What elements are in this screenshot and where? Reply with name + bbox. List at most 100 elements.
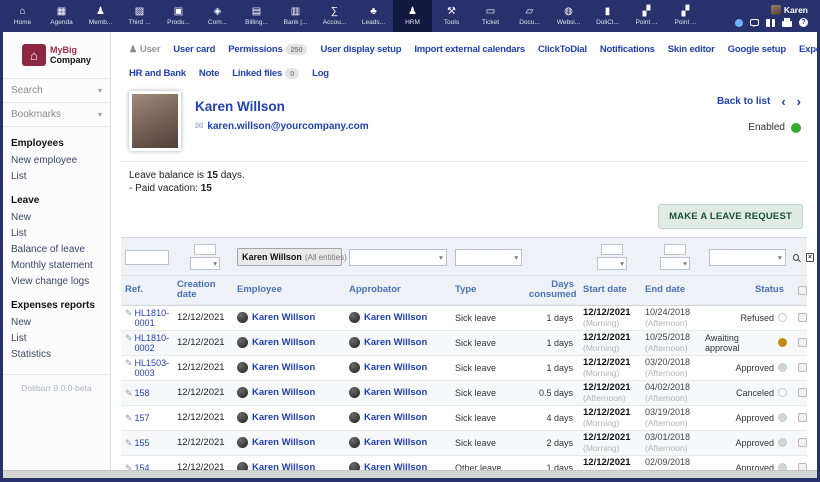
- row-checkbox[interactable]: [798, 438, 807, 447]
- sidebar-link-leave-new[interactable]: New: [11, 209, 102, 225]
- col-end-date[interactable]: End date: [641, 285, 705, 295]
- clear-filters-icon[interactable]: ×: [806, 253, 814, 262]
- sidebar-link-expenses-reports-statistics[interactable]: Statistics: [11, 346, 102, 362]
- gift-icon[interactable]: [766, 19, 775, 27]
- ref-filter-input[interactable]: [125, 250, 169, 265]
- row-ref-link[interactable]: HL1810-0002: [135, 333, 173, 354]
- blue-dot-icon[interactable]: [735, 19, 743, 27]
- menu-item-third[interactable]: ▨ Third ...: [120, 0, 159, 32]
- row-approbator-link[interactable]: Karen Willson: [364, 437, 427, 448]
- next-record-icon[interactable]: ›: [797, 95, 801, 108]
- select-all-checkbox[interactable]: [798, 286, 807, 295]
- menu-item-docu[interactable]: ▱ Docu...: [510, 0, 549, 32]
- menu-item-leads[interactable]: ♣ Leads...: [354, 0, 393, 32]
- type-filter-select[interactable]: ▾: [455, 249, 522, 266]
- tab-notifications[interactable]: Notifications: [600, 44, 655, 55]
- row-checkbox[interactable]: [798, 413, 807, 422]
- back-to-list-link[interactable]: Back to list: [717, 96, 770, 107]
- row-checkbox[interactable]: [798, 388, 807, 397]
- row-employee-link[interactable]: Karen Willson: [252, 362, 315, 373]
- printer-icon[interactable]: [782, 21, 792, 27]
- tab-log[interactable]: Log: [312, 68, 329, 79]
- tab-note[interactable]: Note: [199, 68, 219, 79]
- search-icon[interactable]: [793, 254, 799, 261]
- col-employee[interactable]: Employee: [233, 285, 345, 295]
- row-employee-link[interactable]: Karen Willson: [252, 387, 315, 398]
- tab-skin-editor[interactable]: Skin editor: [668, 44, 715, 55]
- menu-item-bank[interactable]: ▥ Bank |...: [276, 0, 315, 32]
- menu-item-hrm[interactable]: ♟ HRM: [393, 0, 432, 32]
- row-approbator-link[interactable]: Karen Willson: [364, 387, 427, 398]
- row-ref-link[interactable]: 158: [135, 388, 150, 398]
- row-employee-link[interactable]: Karen Willson: [252, 437, 315, 448]
- menu-item-point[interactable]: ▞ Point ...: [666, 0, 705, 32]
- menu-item-memb[interactable]: ♟ Memb...: [81, 0, 120, 32]
- row-approbator-link[interactable]: Karen Willson: [364, 337, 427, 348]
- menu-item-websi[interactable]: ◍ Websi...: [549, 0, 588, 32]
- row-approbator-link[interactable]: Karen Willson: [364, 412, 427, 423]
- row-employee-link[interactable]: Karen Willson: [252, 337, 315, 348]
- approbator-filter-select[interactable]: ▾: [349, 249, 447, 266]
- menu-item-dolicl[interactable]: ▮ DoliCl...: [588, 0, 627, 32]
- menu-item-agenda[interactable]: ▦ Agenda: [42, 0, 81, 32]
- menu-item-produ[interactable]: ▣ Produ...: [159, 0, 198, 32]
- status-filter-select[interactable]: ▾: [709, 249, 786, 266]
- row-ref-link[interactable]: 157: [135, 413, 150, 423]
- row-ref-link[interactable]: HL1810-0001: [135, 308, 173, 329]
- sidebar-link-leave-monthly-statement[interactable]: Monthly statement: [11, 257, 102, 273]
- sidebar-link-expenses-reports-new[interactable]: New: [11, 314, 102, 330]
- tab-expense-report[interactable]: Expense report: [799, 44, 817, 55]
- sidebar-link-leave-list[interactable]: List: [11, 225, 102, 241]
- row-ref-link[interactable]: 155: [135, 438, 150, 448]
- tab-clicktodial[interactable]: ClickToDial: [538, 44, 587, 55]
- menu-item-accou[interactable]: ∑ Accou...: [315, 0, 354, 32]
- col-start-date[interactable]: Start date: [579, 285, 641, 295]
- creation-date-filter[interactable]: ▾: [177, 244, 233, 270]
- menu-item-tools[interactable]: ⚒ Tools: [432, 0, 471, 32]
- menu-item-ticket[interactable]: ▭ Ticket: [471, 0, 510, 32]
- col-ref[interactable]: Ref.: [121, 285, 173, 295]
- search-dropdown[interactable]: Search ▾: [3, 78, 110, 103]
- sidebar-link-leave-view-change-logs[interactable]: View change logs: [11, 273, 102, 289]
- end-date-filter[interactable]: ▾: [645, 244, 705, 270]
- help-icon[interactable]: ?: [799, 18, 808, 27]
- col-creation-date[interactable]: Creation date: [173, 280, 233, 301]
- col-days-consumed[interactable]: Days consumed: [525, 280, 579, 301]
- bookmarks-dropdown[interactable]: Bookmarks ▾: [3, 103, 110, 127]
- menu-item-com[interactable]: ◈ Com...: [198, 0, 237, 32]
- sidebar-link-expenses-reports-list[interactable]: List: [11, 330, 102, 346]
- row-approbator-link[interactable]: Karen Willson: [364, 362, 427, 373]
- employee-filter-select[interactable]: Karen Willson (All entities) ▾: [237, 248, 342, 266]
- menu-item-home[interactable]: ⌂ Home: [3, 0, 42, 32]
- email-link[interactable]: karen.willson@yourcompany.com: [207, 121, 368, 132]
- sidebar-link-employees-new-employee[interactable]: New employee: [11, 152, 102, 168]
- row-checkbox[interactable]: [798, 463, 807, 470]
- row-employee-link[interactable]: Karen Willson: [252, 462, 315, 470]
- chat-icon[interactable]: [750, 19, 759, 26]
- col-status[interactable]: Status: [705, 285, 789, 295]
- row-approbator-link[interactable]: Karen Willson: [364, 462, 427, 470]
- make-leave-request-button[interactable]: MAKE A LEAVE REQUEST: [658, 204, 803, 229]
- tab-linked-files[interactable]: Linked files 0: [232, 68, 299, 79]
- company-logo[interactable]: ⌂ MyBig Company: [3, 36, 110, 78]
- row-checkbox[interactable]: [798, 338, 807, 347]
- tab-import-external-calendars[interactable]: Import external calendars: [414, 44, 525, 55]
- menu-item-point[interactable]: ▞ Point ...: [627, 0, 666, 32]
- user-menu[interactable]: Karen: [771, 5, 808, 15]
- tab-user[interactable]: ♟ User: [129, 44, 160, 55]
- sidebar-link-leave-balance-of-leave[interactable]: Balance of leave: [11, 241, 102, 257]
- menu-item-billing[interactable]: ▤ Billing...: [237, 0, 276, 32]
- tab-permissions[interactable]: Permissions 250: [228, 44, 307, 55]
- tab-hr-and-bank[interactable]: HR and Bank: [129, 68, 186, 79]
- row-ref-link[interactable]: HL1503-0003: [135, 358, 173, 379]
- col-type[interactable]: Type: [451, 285, 525, 295]
- row-checkbox[interactable]: [798, 313, 807, 322]
- horizontal-scrollbar[interactable]: [3, 470, 817, 478]
- row-approbator-link[interactable]: Karen Willson: [364, 312, 427, 323]
- col-approbator[interactable]: Approbator: [345, 285, 451, 295]
- row-employee-link[interactable]: Karen Willson: [252, 412, 315, 423]
- sidebar-link-employees-list[interactable]: List: [11, 168, 102, 184]
- row-checkbox[interactable]: [798, 363, 807, 372]
- tab-google-setup[interactable]: Google setup: [728, 44, 786, 55]
- tab-user-card[interactable]: User card: [173, 44, 215, 55]
